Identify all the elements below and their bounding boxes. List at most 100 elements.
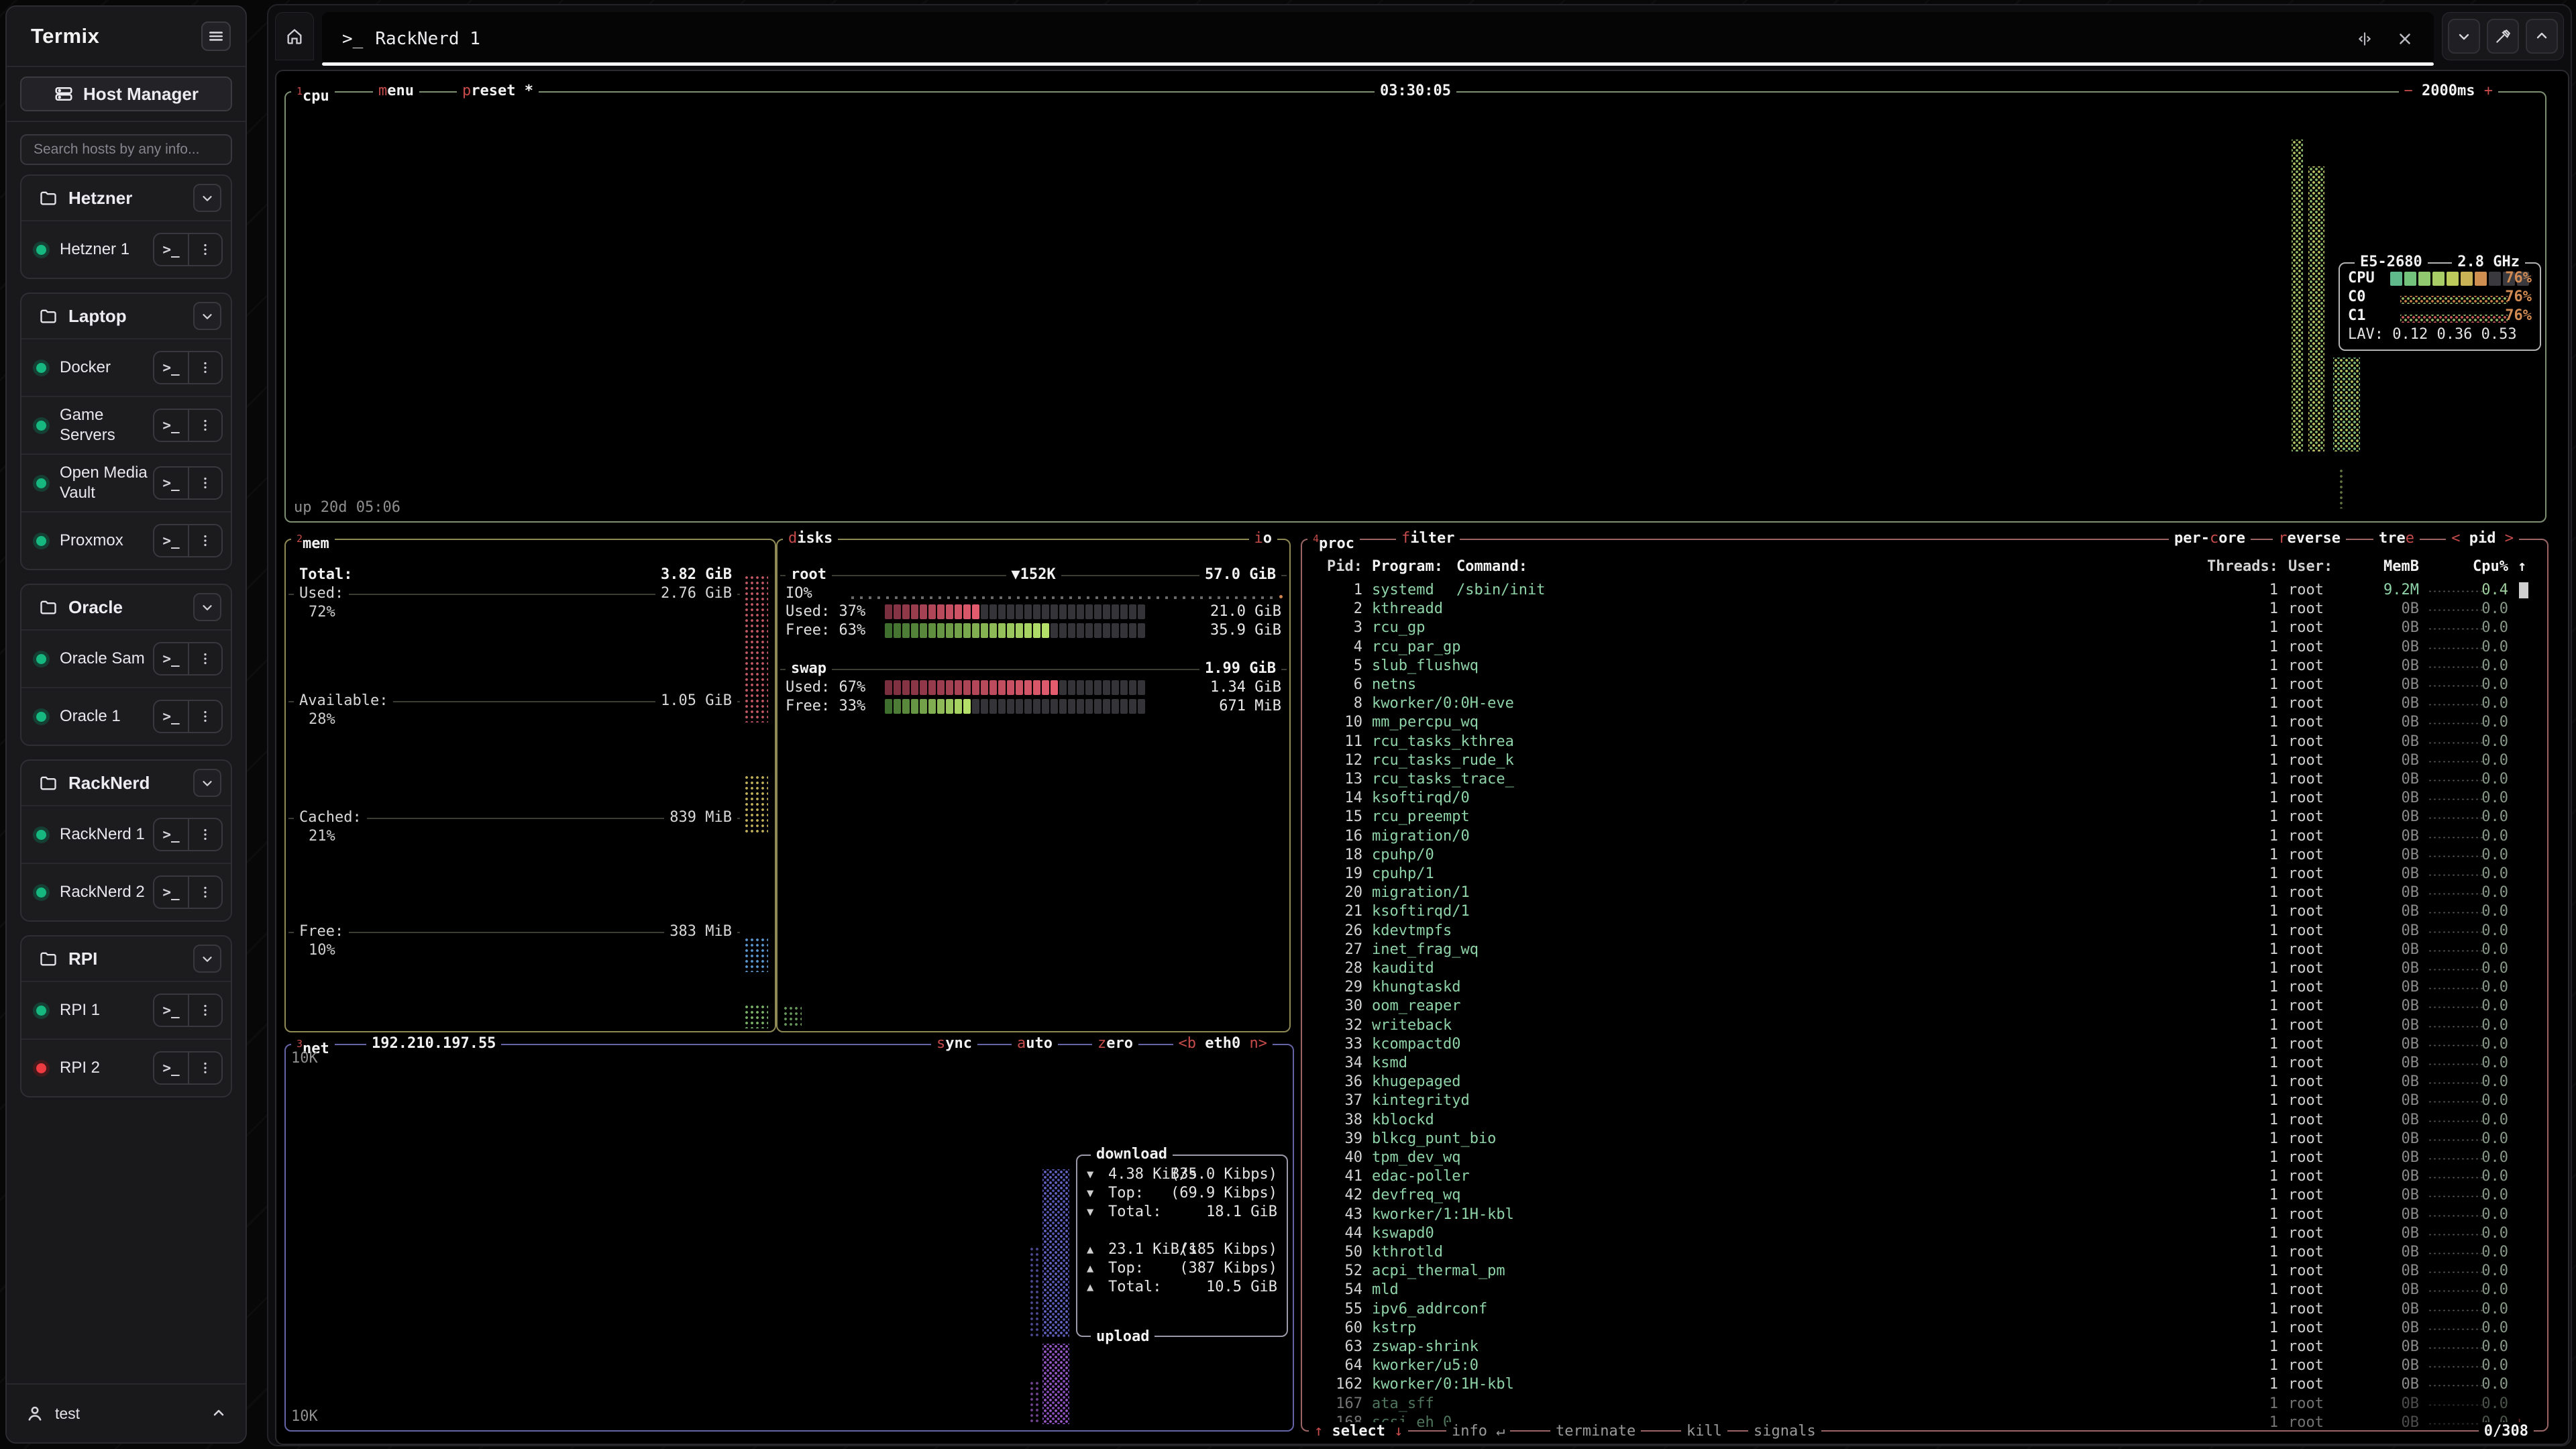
tools-button[interactable] [2487, 19, 2519, 54]
process-row[interactable]: 6netns1root0B0.0 [1302, 676, 2547, 694]
cpu-preset-button[interactable]: preset * [457, 82, 539, 101]
host-menu-button[interactable] [188, 525, 221, 556]
disks-io-toggle[interactable]: io [1249, 529, 1278, 548]
process-row[interactable]: 5slub_flushwq1root0B0.0 [1302, 657, 2547, 676]
group-header[interactable]: RPI [21, 936, 231, 981]
process-row[interactable]: 30oom_reaper1root0B0.0 [1302, 997, 2547, 1016]
process-row[interactable]: 50kthrotld1root0B0.0 [1302, 1243, 2547, 1262]
process-row[interactable]: 20migration/11root0B0.0 [1302, 883, 2547, 902]
process-row[interactable]: 34ksmd1root0B0.0 [1302, 1054, 2547, 1073]
process-row[interactable]: 64kworker/u5:01root0B0.0 [1302, 1356, 2547, 1375]
host-item-docker[interactable]: Docker>_ [21, 338, 231, 396]
process-row[interactable]: 12rcu_tasks_rude_k1root0B0.0 [1302, 751, 2547, 770]
expand-button[interactable] [2526, 19, 2558, 54]
tab-racknerd-1[interactable]: >_ RackNerd 1 [322, 12, 2434, 66]
process-row[interactable]: 11rcu_tasks_kthrea1root0B0.0 [1302, 733, 2547, 751]
process-row[interactable]: 8kworker/0:0H-eve1root0B0.0 [1302, 694, 2547, 713]
collapse-button[interactable] [2448, 19, 2480, 54]
search-input[interactable] [20, 134, 232, 165]
sidebar-footer[interactable]: test [7, 1383, 246, 1442]
process-row[interactable]: 27inet_frag_wq1root0B0.0 [1302, 941, 2547, 959]
group-header[interactable]: Oracle [21, 585, 231, 629]
home-button[interactable] [275, 12, 314, 60]
process-row[interactable]: 14ksoftirqd/01root0B0.0 [1302, 789, 2547, 808]
proc-kill-control[interactable]: kill [1681, 1422, 1727, 1441]
open-terminal-button[interactable]: >_ [154, 352, 188, 383]
proc-terminate-control[interactable]: terminate [1550, 1422, 1641, 1441]
open-terminal-button[interactable]: >_ [154, 1053, 188, 1083]
process-row[interactable]: 55ipv6_addrconf1root0B0.0 [1302, 1300, 2547, 1319]
net-zero-button[interactable]: zero [1092, 1034, 1138, 1053]
process-row[interactable]: 63zswap-shrink1root0B0.0 [1302, 1338, 2547, 1356]
process-row[interactable]: 29khungtaskd1root0B0.0 [1302, 978, 2547, 997]
open-terminal-button[interactable]: >_ [154, 410, 188, 441]
open-terminal-button[interactable]: >_ [154, 525, 188, 556]
host-item-rpi-2[interactable]: RPI 2>_ [21, 1038, 231, 1096]
open-terminal-button[interactable]: >_ [154, 877, 188, 908]
process-row[interactable]: 43kworker/1:1H-kbl1root0B0.0 [1302, 1205, 2547, 1224]
host-menu-button[interactable] [188, 352, 221, 383]
proc-filter-button[interactable]: filter [1396, 529, 1460, 548]
process-row[interactable]: 4rcu_par_gp1root0B0.0 [1302, 638, 2547, 657]
cpu-interval-control[interactable]: − 2000ms + [2399, 82, 2498, 101]
host-item-hetzner-1[interactable]: Hetzner 1>_ [21, 220, 231, 278]
host-menu-button[interactable] [188, 995, 221, 1026]
group-collapse-button[interactable] [193, 945, 221, 973]
process-row[interactable]: 21ksoftirqd/11root0B0.0 [1302, 902, 2547, 921]
process-row[interactable]: 37kintegrityd1root0B0.0 [1302, 1091, 2547, 1110]
process-row[interactable]: 167ata_sff1root0B0.0 [1302, 1395, 2547, 1413]
process-row[interactable]: 28kauditd1root0B0.0 [1302, 959, 2547, 978]
process-row[interactable]: 32writeback1root0B0.0 [1302, 1016, 2547, 1035]
host-item-oracle-sam[interactable]: Oracle Sam>_ [21, 629, 231, 687]
host-menu-button[interactable] [188, 643, 221, 674]
host-menu-button[interactable] [188, 468, 221, 498]
hamburger-menu-button[interactable] [201, 21, 231, 51]
open-terminal-button[interactable]: >_ [154, 819, 188, 850]
process-row[interactable]: 16migration/01root0B0.0 [1302, 827, 2547, 846]
process-row[interactable]: 44kswapd01root0B0.0 [1302, 1224, 2547, 1243]
net-sync-button[interactable]: sync [931, 1034, 977, 1053]
host-item-racknerd-1[interactable]: RackNerd 1>_ [21, 805, 231, 863]
process-row[interactable]: 41edac-poller1root0B0.0 [1302, 1167, 2547, 1186]
host-menu-button[interactable] [188, 234, 221, 265]
process-row[interactable]: 15rcu_preempt1root0B0.0 [1302, 808, 2547, 826]
proc-select-control[interactable]: ↑ select ↓ [1309, 1422, 1408, 1441]
proc-percore-toggle[interactable]: per-core [2169, 529, 2251, 548]
group-collapse-button[interactable] [193, 593, 221, 621]
process-row[interactable]: 52acpi_thermal_pm1root0B0.0 [1302, 1262, 2547, 1281]
close-tab-icon[interactable] [2396, 30, 2414, 48]
host-item-rpi-1[interactable]: RPI 1>_ [21, 981, 231, 1038]
cpu-menu-button[interactable]: menu [373, 82, 419, 101]
host-menu-button[interactable] [188, 701, 221, 732]
process-row[interactable]: 3rcu_gp1root0B0.0 [1302, 619, 2547, 637]
host-item-racknerd-2[interactable]: RackNerd 2>_ [21, 863, 231, 920]
host-menu-button[interactable] [188, 1053, 221, 1083]
proc-signals-control[interactable]: signals [1748, 1422, 1821, 1441]
net-auto-button[interactable]: auto [1012, 1034, 1058, 1053]
proc-info-control[interactable]: info ↵ [1446, 1422, 1510, 1441]
host-menu-button[interactable] [188, 819, 221, 850]
net-iface-selector[interactable]: <b eth0 n> [1173, 1034, 1273, 1053]
host-manager-button[interactable]: Host Manager [20, 76, 232, 111]
process-row[interactable]: 33kcompactd01root0B0.0 [1302, 1035, 2547, 1054]
open-terminal-button[interactable]: >_ [154, 643, 188, 674]
process-row[interactable]: 10mm_percpu_wq1root0B0.0 [1302, 713, 2547, 732]
process-row[interactable]: 60kstrp1root0B0.0 [1302, 1319, 2547, 1338]
host-item-proxmox[interactable]: Proxmox>_ [21, 511, 231, 569]
process-row[interactable]: 162kworker/0:1H-kbl1root0B0.0 [1302, 1375, 2547, 1394]
process-row[interactable]: 26kdevtmpfs1root0B0.0 [1302, 922, 2547, 941]
split-pane-icon[interactable] [2356, 30, 2373, 48]
host-menu-button[interactable] [188, 877, 221, 908]
process-row[interactable]: 2kthreadd1root0B0.0 [1302, 600, 2547, 619]
process-row[interactable]: 19cpuhp/11root0B0.0 [1302, 865, 2547, 883]
host-item-open-media-vault[interactable]: Open Media Vault>_ [21, 453, 231, 511]
open-terminal-button[interactable]: >_ [154, 995, 188, 1026]
host-item-oracle-1[interactable]: Oracle 1>_ [21, 687, 231, 745]
process-row[interactable]: 13rcu_tasks_trace_1root0B0.0 [1302, 770, 2547, 789]
group-collapse-button[interactable] [193, 769, 221, 797]
open-terminal-button[interactable]: >_ [154, 234, 188, 265]
process-row[interactable]: 38kblockd1root0B0.0 [1302, 1111, 2547, 1130]
proc-scrollbar-thumb[interactable] [2519, 582, 2528, 598]
group-collapse-button[interactable] [193, 184, 221, 212]
proc-sort-selector[interactable]: < pid > [2446, 529, 2519, 548]
